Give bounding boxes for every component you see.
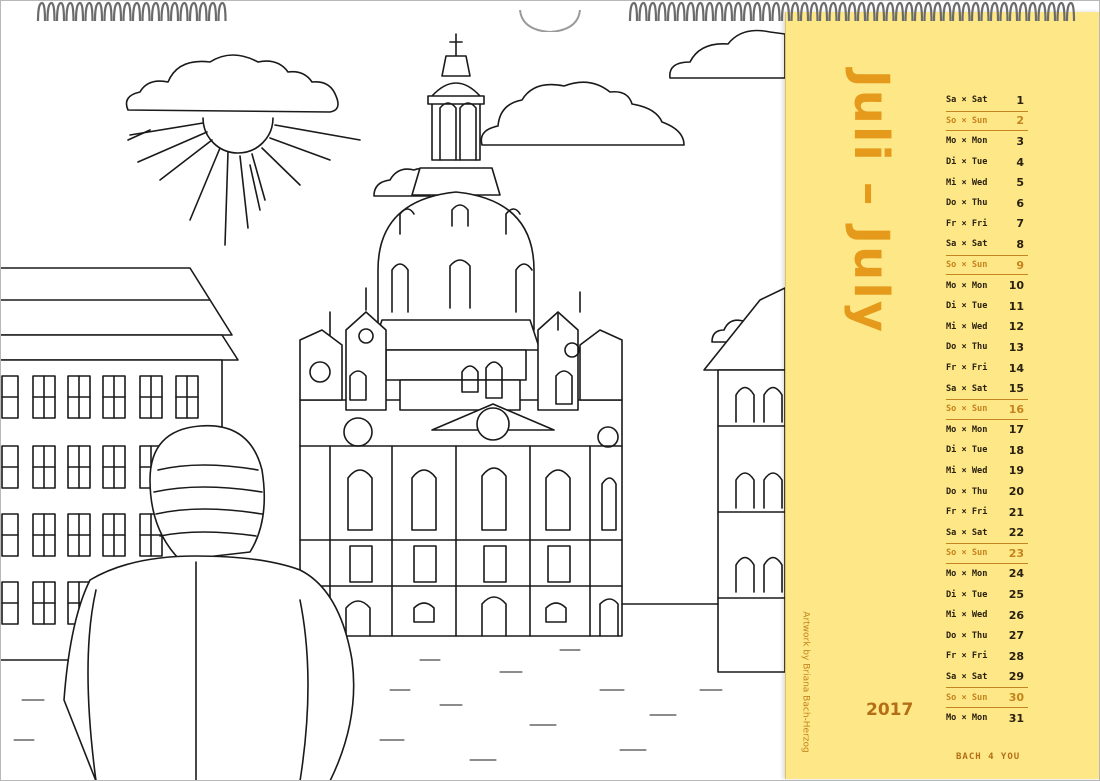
page-frame (0, 0, 1100, 781)
calendar-page: Juli – July Sa × Sat 1 So × Sun 2 Mo × Mon 3 D… (0, 0, 1100, 781)
